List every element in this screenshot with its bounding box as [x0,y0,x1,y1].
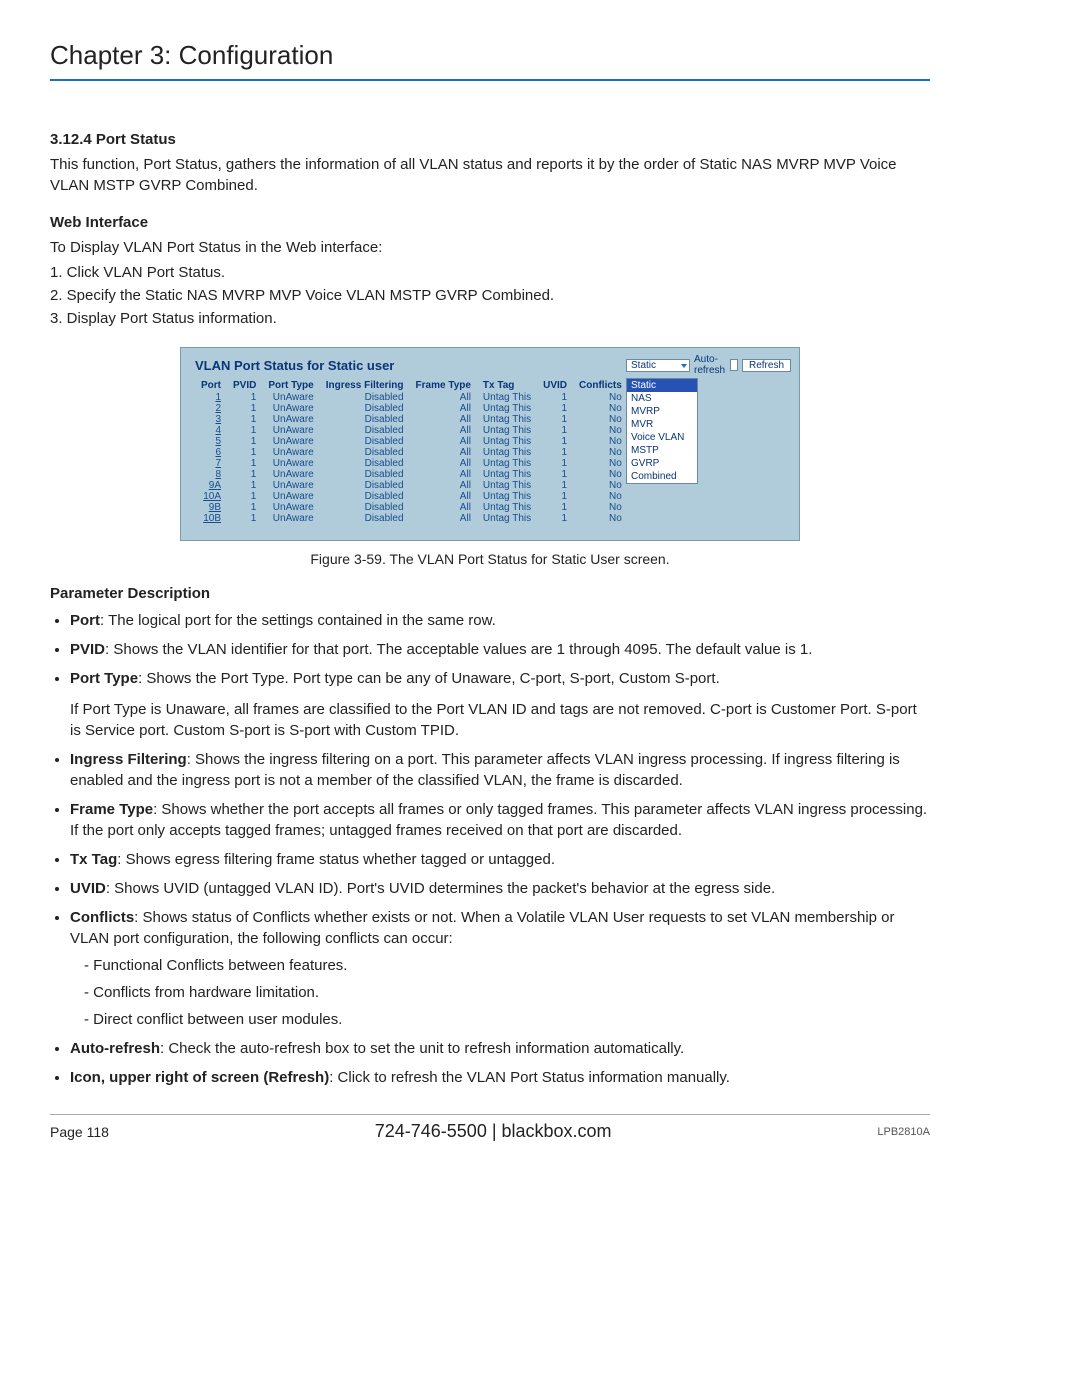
user-type-dropdown-list[interactable]: Static NAS MVRP MVR Voice VLAN MSTP GVRP… [626,378,698,484]
table-row: 9A1UnAwareDisabledAllUntag This1No [195,480,628,491]
dropdown-option[interactable]: MVRP [627,405,697,418]
refresh-button[interactable]: Refresh [742,359,791,372]
param-frame-type: Frame Type: Shows whether the port accep… [70,799,930,841]
table-row: 11UnAwareDisabledAllUntag This1No [195,392,628,403]
param-uvid: UVID: Shows UVID (untagged VLAN ID). Por… [70,878,930,899]
dropdown-option[interactable]: Voice VLAN [627,431,697,444]
section-intro: This function, Port Status, gathers the … [50,154,930,196]
step: 1. Click VLAN Port Status. [50,264,930,281]
web-interface-intro: To Display VLAN Port Status in the Web i… [50,237,930,258]
table-row: 61UnAwareDisabledAllUntag This1No [195,447,628,458]
figure-toolbar: Static Auto-refresh Refresh Static NAS M… [626,354,791,484]
auto-refresh-checkbox[interactable] [730,359,738,371]
table-row: 81UnAwareDisabledAllUntag This1No [195,469,628,480]
table-header-row: PortPVID Port TypeIngress Filtering Fram… [195,379,628,392]
footer-model: LPB2810A [877,1126,930,1138]
footer-rule [50,1114,930,1115]
step: 2. Specify the Static NAS MVRP MVP Voice… [50,287,930,304]
dropdown-option[interactable]: MVR [627,418,697,431]
auto-refresh-label: Auto-refresh [694,354,726,376]
table-row: 9B1UnAwareDisabledAllUntag This1No [195,502,628,513]
figure-screenshot: VLAN Port Status for Static user Static … [180,347,800,541]
param-port: Port: The logical port for the settings … [70,610,930,631]
table-row: 31UnAwareDisabledAllUntag This1No [195,414,628,425]
param-pvid: PVID: Shows the VLAN identifier for that… [70,639,930,660]
chapter-rule [50,79,930,81]
param-ingress-filtering: Ingress Filtering: Shows the ingress fil… [70,749,930,791]
dropdown-option[interactable]: Combined [627,470,697,483]
param-conflicts: Conflicts: Shows status of Conflicts whe… [70,907,930,1030]
table-row: 10B1UnAwareDisabledAllUntag This1No [195,513,628,524]
vlan-port-table: PortPVID Port TypeIngress Filtering Fram… [195,379,628,524]
section-heading: 3.12.4 Port Status [50,131,930,148]
param-port-type: Port Type: Shows the Port Type. Port typ… [70,668,930,741]
param-auto-refresh: Auto-refresh: Check the auto-refresh box… [70,1038,930,1059]
table-row: 41UnAwareDisabledAllUntag This1No [195,425,628,436]
figure-caption: Figure 3-59. The VLAN Port Status for St… [50,551,930,567]
chapter-title: Chapter 3: Configuration [50,40,930,73]
dropdown-option[interactable]: Static [627,379,697,392]
user-type-dropdown[interactable]: Static [626,359,690,372]
dropdown-option[interactable]: GVRP [627,457,697,470]
dropdown-option[interactable]: NAS [627,392,697,405]
table-row: 51UnAwareDisabledAllUntag This1No [195,436,628,447]
param-refresh-icon: Icon, upper right of screen (Refresh): C… [70,1067,930,1088]
page-number: Page 118 [50,1124,109,1140]
dropdown-option[interactable]: MSTP [627,444,697,457]
param-tx-tag: Tx Tag: Shows egress filtering frame sta… [70,849,930,870]
steps-list: 1. Click VLAN Port Status. 2. Specify th… [50,264,930,327]
table-row: 10A1UnAwareDisabledAllUntag This1No [195,491,628,502]
step: 3. Display Port Status information. [50,310,930,327]
table-row: 21UnAwareDisabledAllUntag This1No [195,403,628,414]
footer-contact: 724-746-5500 | blackbox.com [375,1121,612,1142]
web-interface-heading: Web Interface [50,214,930,231]
page-footer: Page 118 724-746-5500 | blackbox.com LPB… [50,1121,930,1142]
parameter-description-heading: Parameter Description [50,585,930,602]
parameter-list: Port: The logical port for the settings … [50,610,930,1088]
table-row: 71UnAwareDisabledAllUntag This1No [195,458,628,469]
